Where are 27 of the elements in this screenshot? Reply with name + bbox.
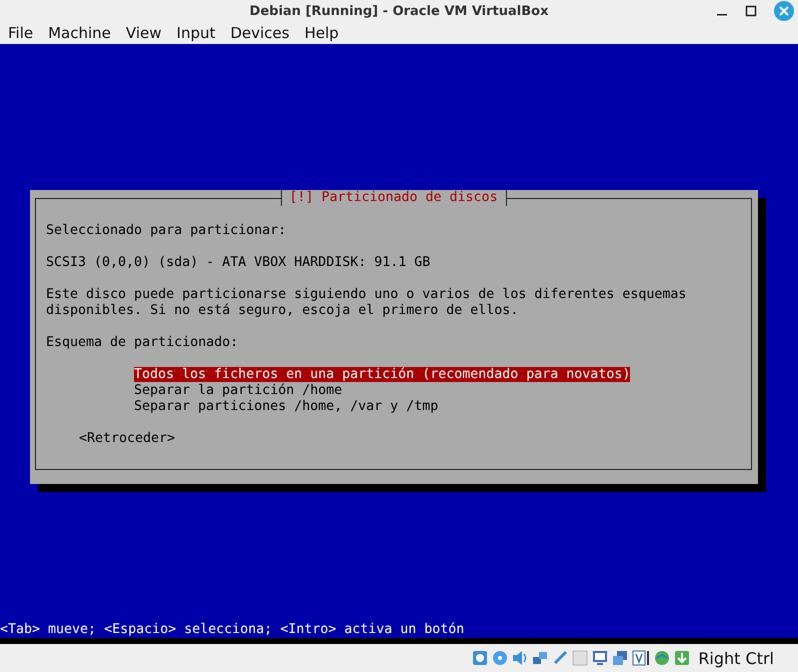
menu-item[interactable]: Input [176, 24, 216, 42]
scheme-option[interactable]: Separar particiones /home, /var y /tmp [134, 399, 438, 414]
menu-item[interactable]: View [126, 24, 162, 42]
download-icon[interactable] [674, 650, 690, 666]
back-button[interactable]: <Retroceder> [79, 431, 176, 446]
menu-item[interactable]: File [8, 24, 34, 42]
window-title: Debian [Running] - Oracle VM VirtualBox [250, 4, 548, 18]
scheme-option[interactable]: Separar la partición /home [134, 383, 342, 398]
v-icon[interactable] [632, 650, 650, 666]
help-text: <Tab> mueve; <Espacio> selecciona; <Intro> activa un botón [0, 622, 466, 638]
dialog-text: Este disco puede particionarse siguiendo uno o varios de los diferentes esquemas disponibles. Si no está seguro, escoja el primero de ellos. [46, 287, 688, 319]
network-icon[interactable] [532, 650, 548, 666]
dialog-text: SCSI3 (0,0,0) (sda) - ATA VBOX HARDDISK: 91.1 GB [46, 255, 432, 271]
close-icon[interactable] [774, 1, 794, 21]
menu-item[interactable]: Machine [48, 24, 111, 42]
menu-item[interactable]: Devices [230, 24, 290, 42]
scheme-option[interactable]: Todos los ficheros en una partición (recomendado para novatos) [134, 367, 630, 382]
menu-item[interactable]: Help [304, 24, 339, 42]
host-key-label: Right Ctrl [698, 648, 774, 668]
disc-icon[interactable] [492, 650, 508, 666]
maximize-icon[interactable] [745, 5, 757, 17]
dialog-text: Seleccionado para particionar: [46, 223, 288, 239]
dialog-text: Esquema de particionado: [46, 335, 240, 351]
monitor-icon[interactable] [592, 650, 608, 666]
dialog-title: [!] Particionado de discos [280, 190, 507, 206]
windows-icon[interactable] [612, 650, 628, 666]
speaker-icon[interactable] [512, 650, 528, 666]
